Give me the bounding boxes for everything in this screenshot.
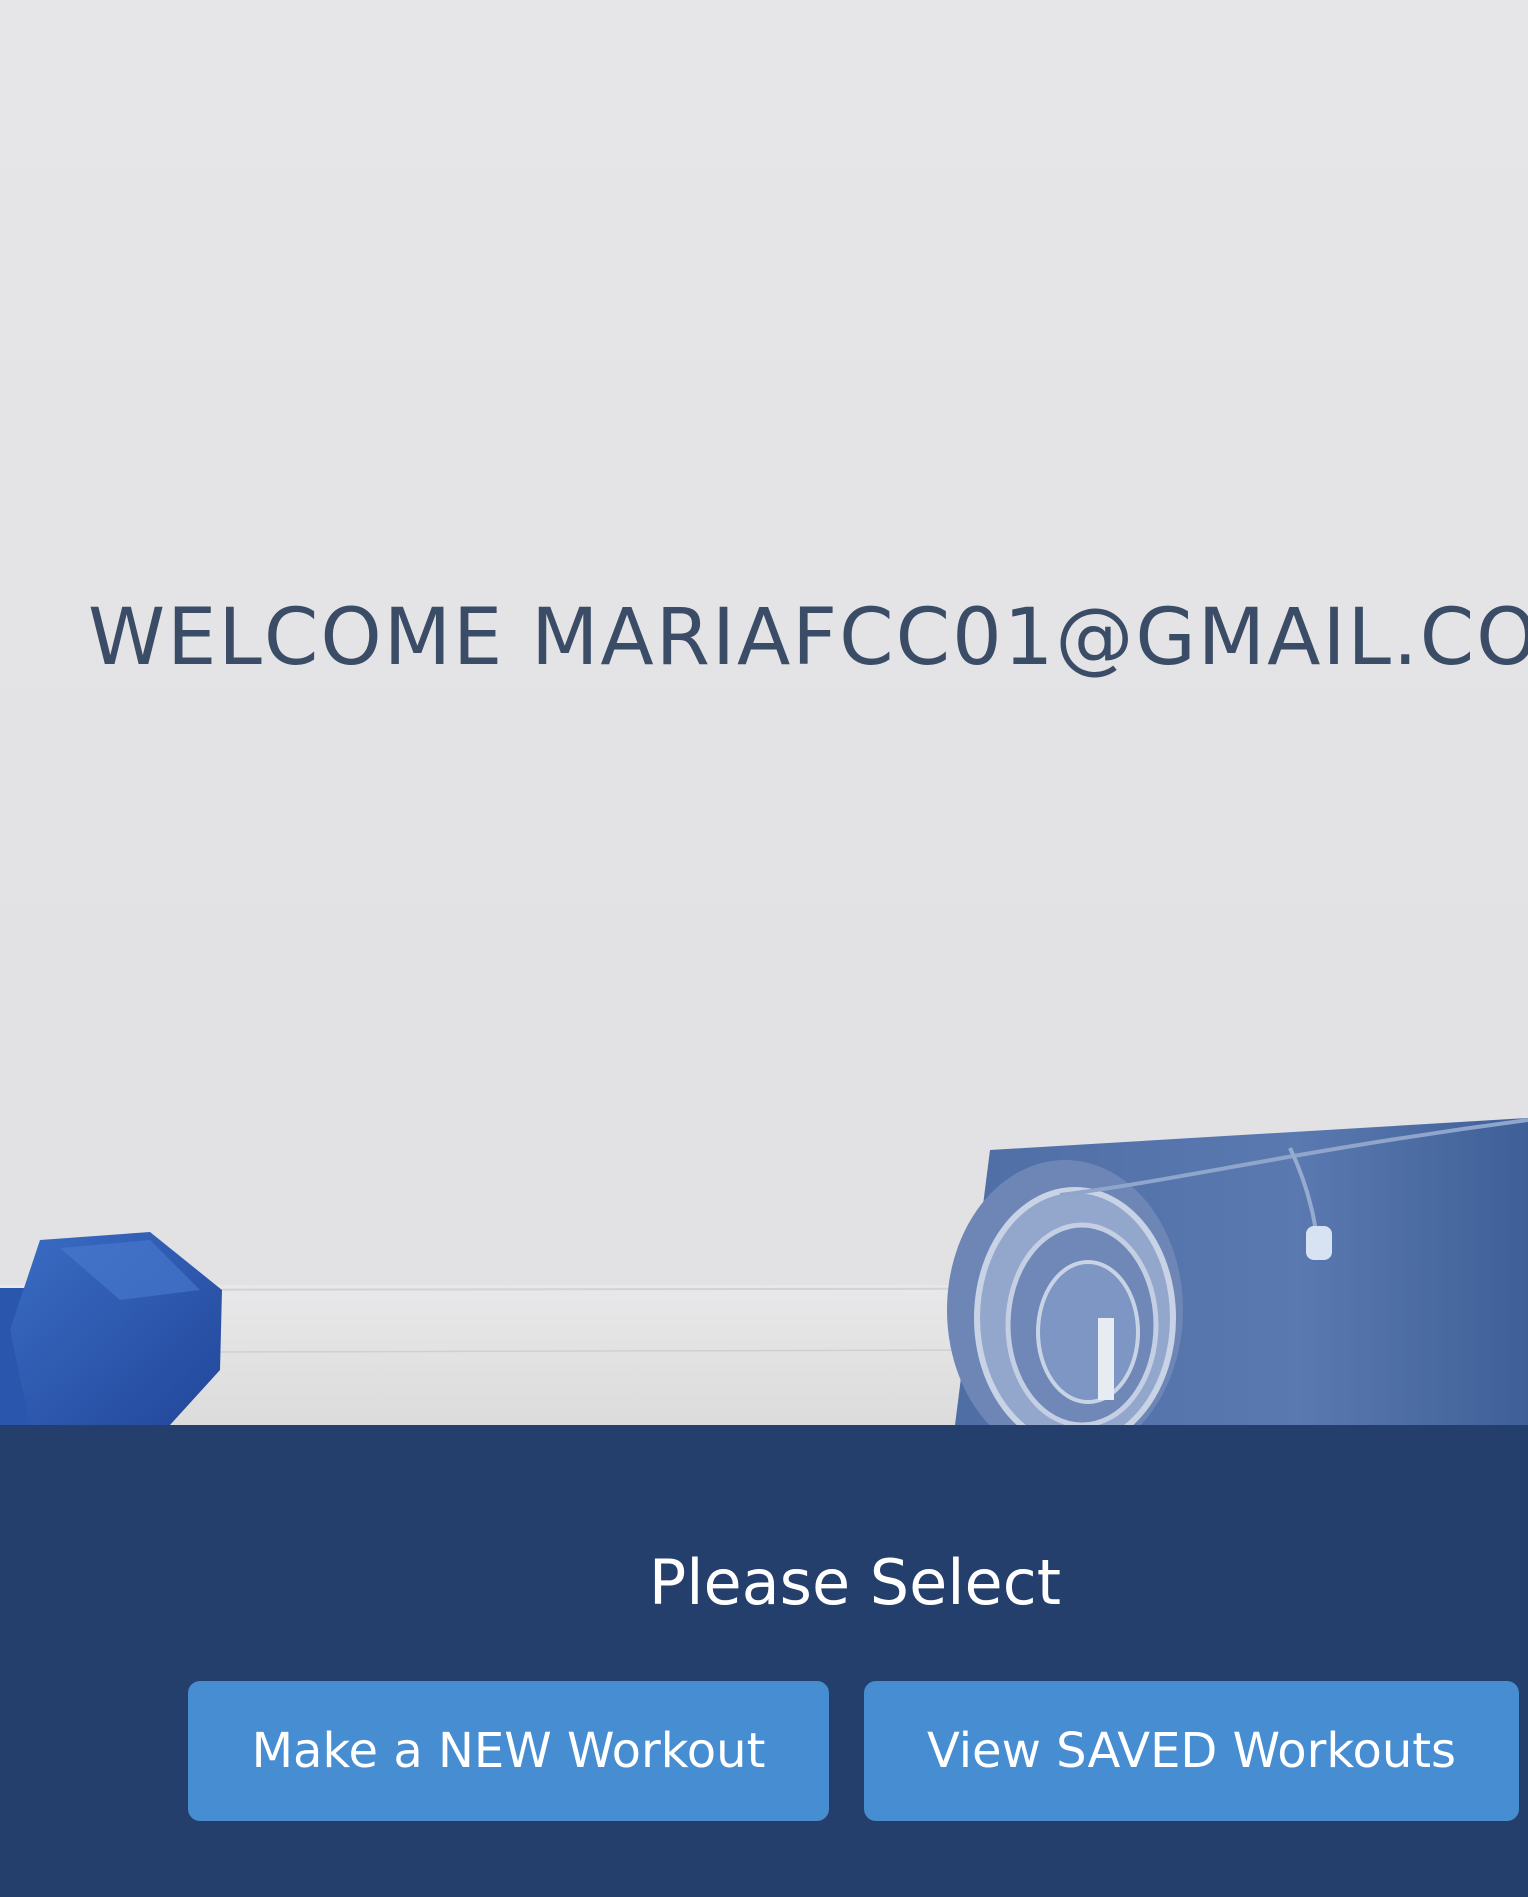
saved-workouts-button[interactable]: View SAVED Workouts (864, 1681, 1519, 1821)
dumbbell-graphic (0, 1232, 222, 1425)
panel-title: Please Select (648, 1546, 1062, 1619)
new-workout-button[interactable]: Make a NEW Workout (188, 1681, 829, 1821)
hero-section: WELCOME MARIAFCC01@GMAIL.CO (0, 0, 1528, 1425)
yoga-mat-graphic (947, 1118, 1528, 1425)
welcome-heading: WELCOME MARIAFCC01@GMAIL.CO (88, 593, 1528, 683)
selection-panel: Please Select Make a NEW Workout View SA… (0, 1425, 1528, 1897)
hero-background-photo (0, 1118, 1528, 1425)
